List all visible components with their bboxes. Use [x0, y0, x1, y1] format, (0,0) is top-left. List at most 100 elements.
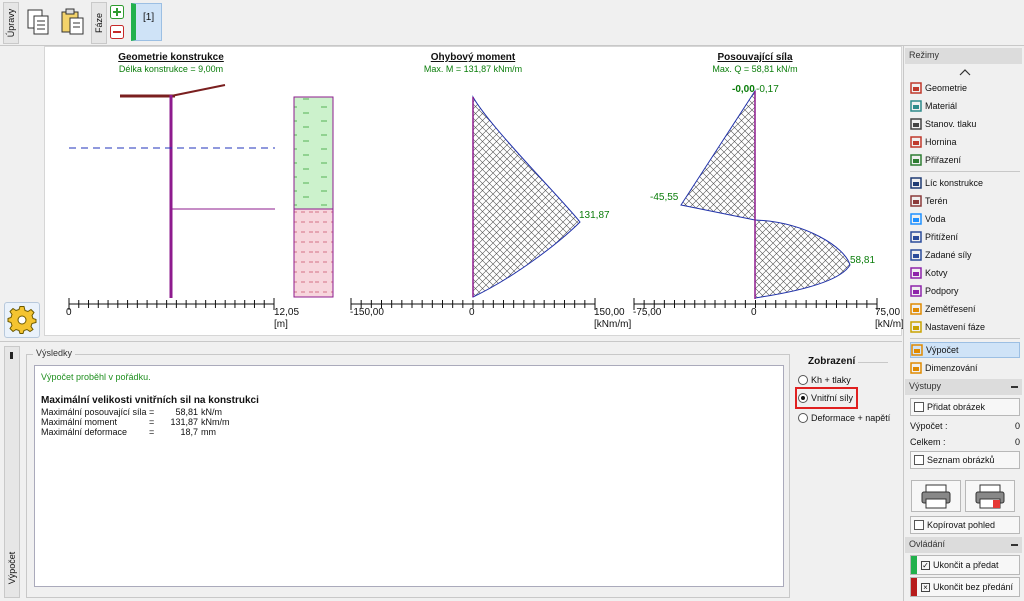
drawing-area[interactable]: Geometrie konstrukce Délka konstrukce = …: [44, 46, 904, 336]
shear-min-label: -45,55: [650, 192, 679, 203]
moment-peak-label: 131,87: [579, 210, 610, 221]
mode-item-14[interactable]: Výpočet: [910, 342, 1020, 358]
mode-item-11[interactable]: Podpory: [910, 283, 1020, 299]
geometry-axis: [68, 298, 275, 310]
moment-axis-zero: 0: [469, 307, 475, 318]
copy-view-icon: [914, 520, 924, 530]
material-icon: [910, 100, 922, 112]
tab-faze[interactable]: Fáze: [91, 2, 107, 44]
terrain-right-line: [170, 84, 226, 97]
shear-axis-min: -75,00: [633, 307, 662, 318]
moment-diagram: [472, 95, 581, 298]
results-text-box: Výpočet proběhl v pořádku. Maximální vel…: [34, 365, 784, 587]
list-pictures-button[interactable]: Seznam obrázků: [910, 451, 1020, 469]
copy-icon[interactable]: [24, 6, 54, 38]
geometry-title: Geometrie konstrukce: [118, 52, 224, 63]
top-toolbar: Úpravy Fáze [1]: [0, 0, 1024, 46]
finish-and-pass-button[interactable]: ✓ Ukončit a předat: [910, 555, 1020, 575]
pin-icon[interactable]: [10, 352, 13, 359]
mode-item-13[interactable]: Nastavení fáze: [910, 319, 1020, 335]
add-phase-icon[interactable]: [110, 5, 124, 19]
shear-axis-max: 75,00: [875, 307, 901, 318]
result-row: Maximální posouvající síla = 58,81 kN/m: [41, 407, 222, 417]
shear-axis-unit: [kN/m]: [875, 319, 904, 330]
results-heading: Maximální velikosti vnitřních sil na kon…: [41, 395, 259, 406]
cross-icon: ×: [921, 582, 930, 592]
water-icon: [910, 213, 922, 225]
add-picture-button[interactable]: Přidat obrázek: [910, 398, 1020, 416]
app-window: Úpravy Fáze [1] Geometrie konstrukce Dél…: [0, 0, 1024, 601]
shear-axis-zero: 0: [751, 307, 757, 318]
mode-item-4[interactable]: Přiřazení: [910, 152, 1020, 168]
pressure-icon: [910, 118, 922, 130]
remove-phase-icon[interactable]: [110, 25, 124, 39]
radio-kh-pressures[interactable]: Kh + tlaky: [798, 375, 851, 385]
modes-header[interactable]: Režimy: [905, 48, 1022, 64]
mode-item-2[interactable]: Stanov. tlaku: [910, 116, 1020, 132]
geometry-axis-end: 12,05: [274, 307, 300, 318]
tab-upravy[interactable]: Úpravy: [3, 2, 19, 44]
mode-item-8[interactable]: Přitížení: [910, 229, 1020, 245]
shear-diagram-negative: [680, 89, 756, 221]
tab-vypocet[interactable]: Výpočet: [4, 346, 20, 598]
mode-item-5[interactable]: Líc konstrukce: [910, 175, 1020, 191]
shear-subtitle: Max. Q = 58,81 kN/m: [712, 64, 798, 74]
mode-item-3[interactable]: Hornina: [910, 134, 1020, 150]
forces-icon: [910, 249, 922, 261]
print-icon[interactable]: [911, 480, 961, 512]
assign-icon: [910, 154, 922, 166]
mode-item-12[interactable]: Zemětřesení: [910, 301, 1020, 317]
display-title: Zobrazení: [808, 356, 856, 367]
checkmark-icon: ✓: [921, 560, 930, 570]
finish-without-pass-button[interactable]: × Ukončit bez předání: [910, 577, 1020, 597]
results-legend: Výsledky: [33, 348, 76, 358]
mode-item-15[interactable]: Dimenzování: [910, 360, 1020, 376]
mode-item-1[interactable]: Materiál: [910, 98, 1020, 114]
moment-subtitle: Max. M = 131,87 kNm/m: [423, 64, 523, 74]
control-header[interactable]: Ovládání: [905, 537, 1022, 553]
mode-item-6[interactable]: Terén: [910, 193, 1020, 209]
shear-top-label-b: -0,17: [756, 84, 779, 95]
copy-view-button[interactable]: Kopírovat pohled: [910, 516, 1020, 534]
outputs-header[interactable]: Výstupy: [905, 379, 1022, 395]
calc-count-row: Výpočet :0: [910, 421, 1020, 431]
moment-axis-max: 150,00: [594, 307, 625, 318]
moment-axis-unit: [kNm/m]: [594, 319, 632, 330]
geometry-icon: [910, 82, 922, 94]
shear-diagram-positive: [754, 219, 851, 299]
result-row: Maximální deformace = 18,7 mm: [41, 427, 216, 437]
mode-item-9[interactable]: Zadané síly: [910, 247, 1020, 263]
success-message: Výpočet proběhl v pořádku.: [41, 372, 151, 382]
supports-icon: [910, 285, 922, 297]
mode-item-10[interactable]: Kotvy: [910, 265, 1020, 281]
settings-gear-icon[interactable]: [4, 302, 40, 338]
face-icon: [910, 177, 922, 189]
right-panel: Režimy Geometrie Materiál Stanov. tlaku Hor…: [903, 46, 1024, 601]
design-icon: [910, 362, 922, 374]
left-strip: [0, 46, 44, 340]
earthquake-icon: [910, 303, 922, 315]
shear-title: Posouvající síla: [717, 52, 793, 63]
radio-deformation-stress[interactable]: Deformace + napětí: [798, 413, 890, 423]
result-row: Maximální moment = 131,87 kNm/m: [41, 417, 230, 427]
moment-axis-min: -150,00: [350, 307, 384, 318]
mode-item-7[interactable]: Voda: [910, 211, 1020, 227]
list-pictures-icon: [914, 455, 924, 465]
geometry-subtitle: Délka konstrukce = 9,00m: [118, 64, 224, 74]
highlight-box: [795, 387, 858, 409]
terrain-icon: [910, 195, 922, 207]
anchors-icon: [910, 267, 922, 279]
phase-settings-icon: [910, 321, 922, 333]
chevron-up-icon[interactable]: [959, 67, 971, 79]
add-picture-icon: [914, 402, 924, 412]
results-group: Výsledky Výpočet proběhl v pořádku. Maxi…: [26, 348, 790, 598]
shear-top-label-a: -0,00: [732, 84, 755, 95]
phase-tab-1[interactable]: [1]: [131, 3, 162, 41]
print-export-icon[interactable]: [965, 480, 1015, 512]
mode-item-0[interactable]: Geometrie: [910, 80, 1020, 96]
soil-icon: [910, 136, 922, 148]
paste-icon[interactable]: [58, 6, 88, 38]
calculation-icon: [911, 344, 923, 356]
geometry-axis-unit: [m]: [274, 319, 288, 330]
soil-layer-1: [293, 96, 334, 210]
